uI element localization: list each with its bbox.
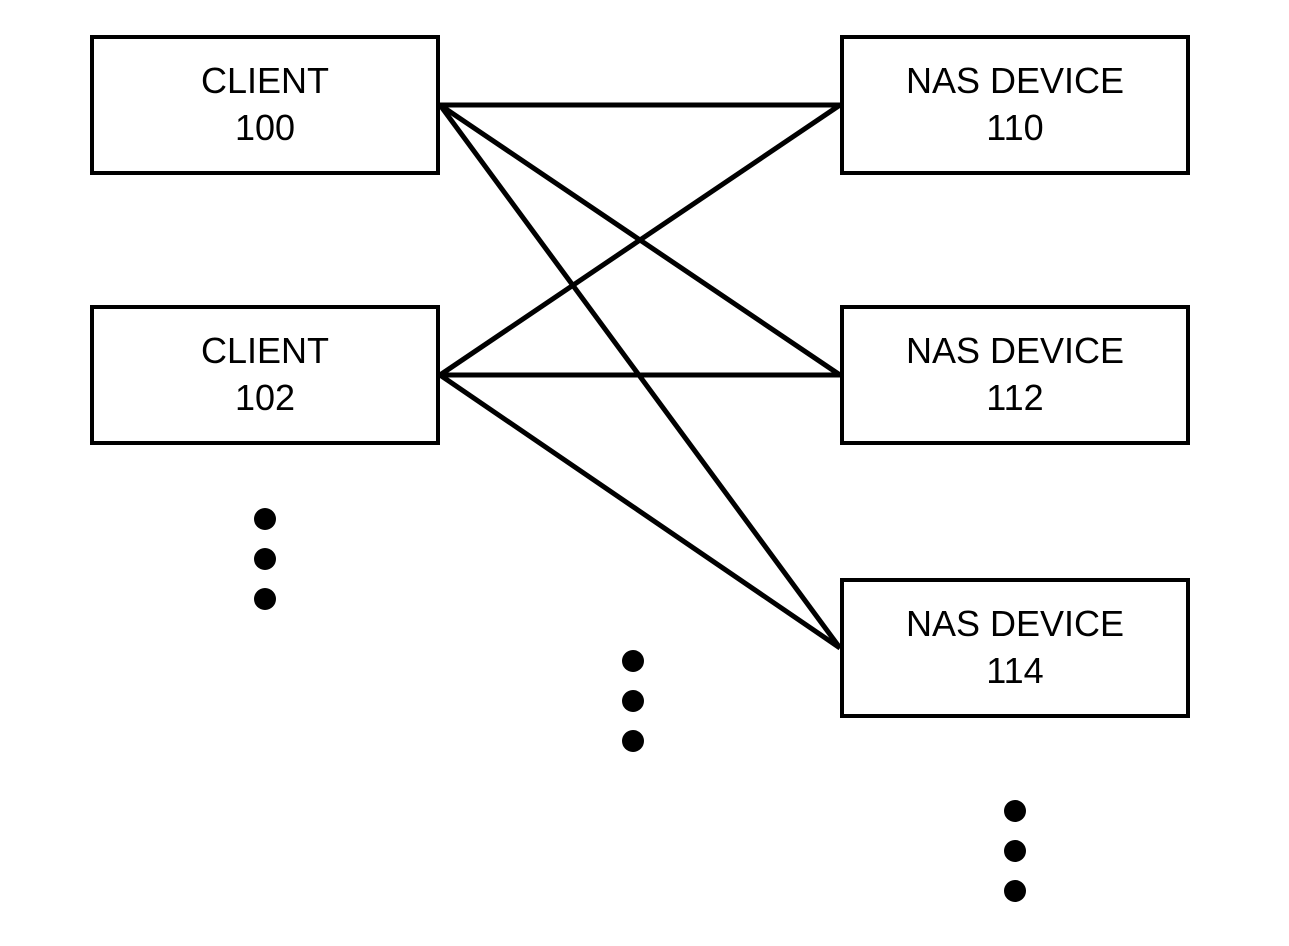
node-title: NAS DEVICE bbox=[906, 601, 1124, 648]
node-title: CLIENT bbox=[201, 328, 329, 375]
ellipsis-clients bbox=[254, 508, 276, 610]
node-client-102: CLIENT 102 bbox=[90, 305, 440, 445]
node-nas-114: NAS DEVICE 114 bbox=[840, 578, 1190, 718]
node-nas-110: NAS DEVICE 110 bbox=[840, 35, 1190, 175]
node-id: 112 bbox=[986, 375, 1043, 422]
node-id: 110 bbox=[986, 105, 1043, 152]
node-client-100: CLIENT 100 bbox=[90, 35, 440, 175]
node-title: NAS DEVICE bbox=[906, 328, 1124, 375]
node-title: NAS DEVICE bbox=[906, 58, 1124, 105]
node-title: CLIENT bbox=[201, 58, 329, 105]
node-id: 114 bbox=[986, 648, 1043, 695]
node-id: 100 bbox=[235, 105, 295, 152]
node-nas-112: NAS DEVICE 112 bbox=[840, 305, 1190, 445]
ellipsis-connections bbox=[622, 650, 644, 752]
node-id: 102 bbox=[235, 375, 295, 422]
ellipsis-nas-devices bbox=[1004, 800, 1026, 902]
